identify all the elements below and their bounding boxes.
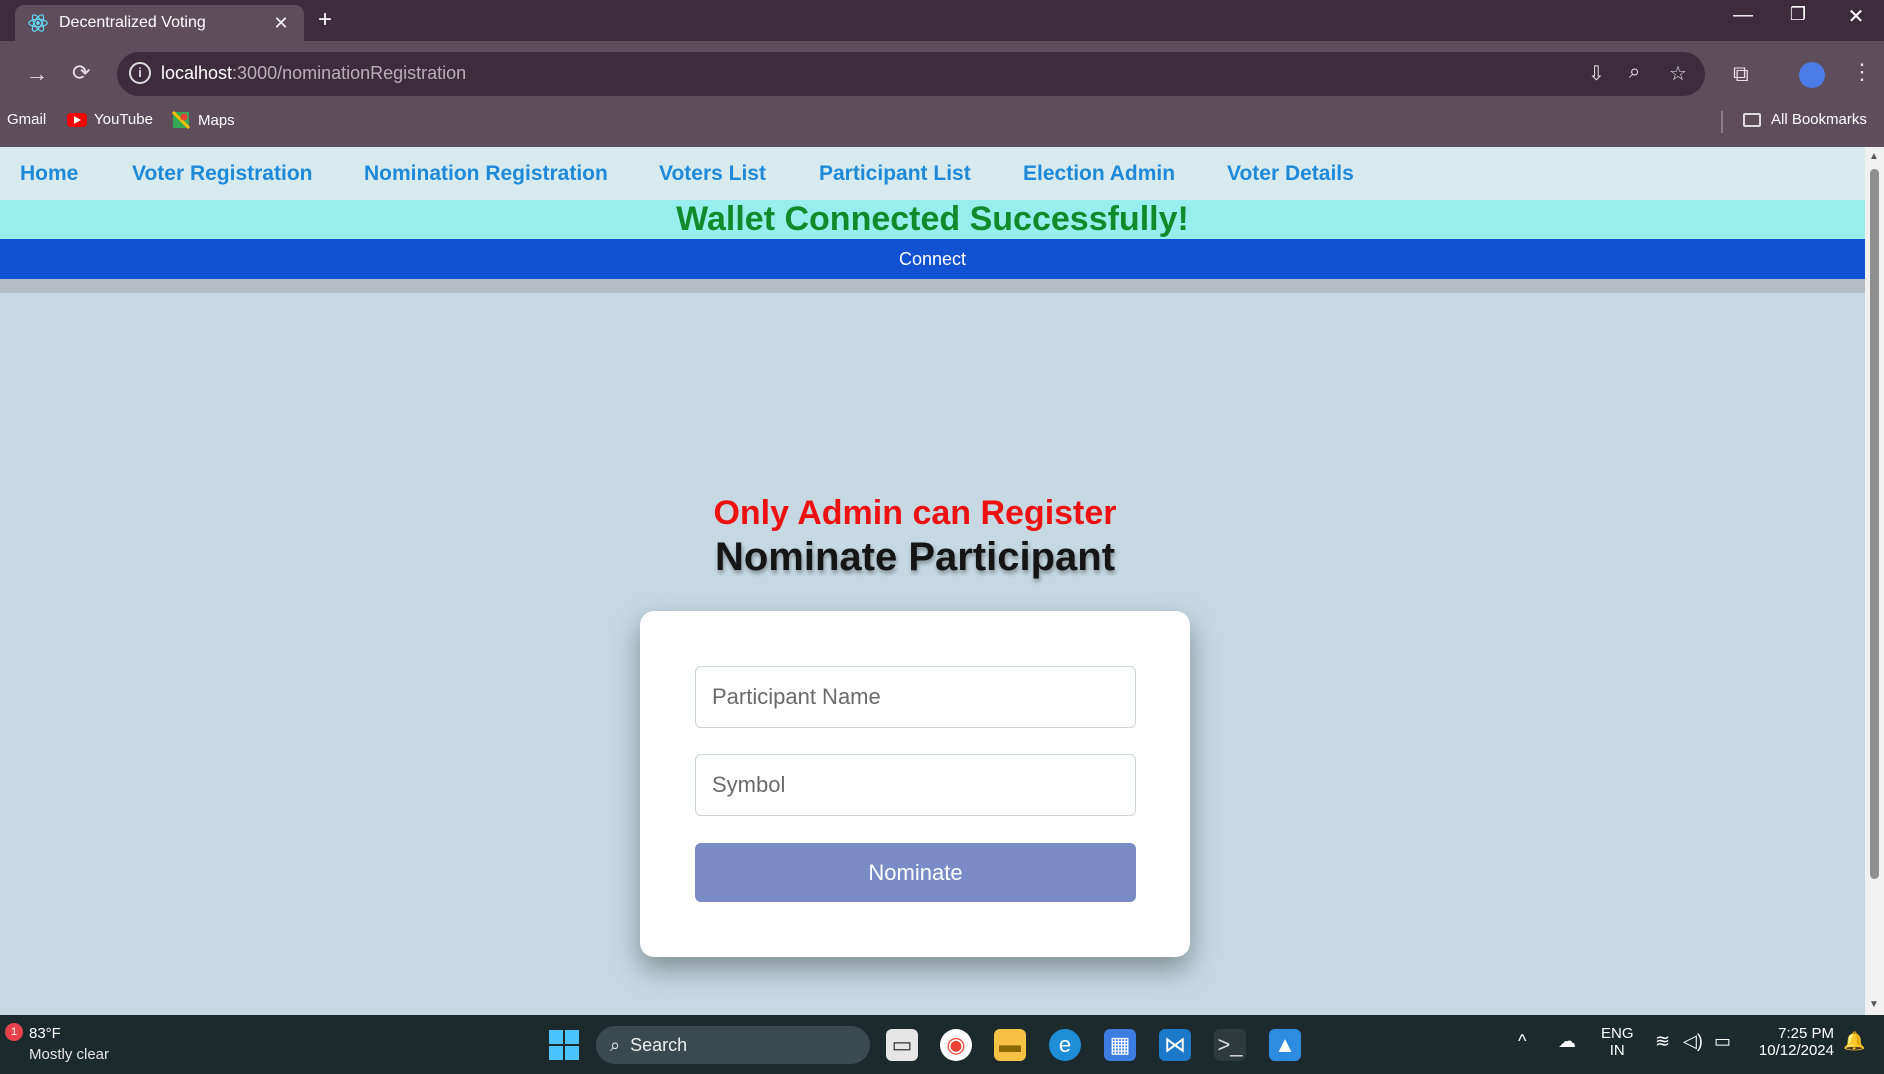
windows-start-icon[interactable]	[549, 1030, 579, 1060]
weather-description[interactable]: Mostly clear	[29, 1046, 109, 1063]
new-tab-icon[interactable]: +	[318, 6, 332, 34]
wifi-icon[interactable]: ≋	[1655, 1031, 1670, 1052]
menu-dots-icon[interactable]: ⋮	[1851, 59, 1873, 85]
restore-icon[interactable]: ❐	[1778, 4, 1818, 25]
weather-temperature[interactable]: 83°F	[29, 1025, 61, 1042]
nominate-button[interactable]: Nominate	[695, 843, 1136, 902]
bookmark-label: YouTube	[94, 111, 153, 128]
nav-election-admin[interactable]: Election Admin	[1023, 162, 1175, 186]
bookmark-youtube[interactable]: YouTube	[67, 111, 153, 128]
admin-only-notice: Only Admin can Register	[713, 494, 1117, 532]
nav-voter-details[interactable]: Voter Details	[1227, 162, 1354, 186]
store-icon[interactable]: ▦	[1104, 1029, 1136, 1061]
page-title: Nominate Participant	[714, 535, 1116, 579]
browser-tab[interactable]: Decentralized Voting ✕	[15, 5, 304, 41]
nav-voters-list[interactable]: Voters List	[659, 162, 766, 186]
clock-time: 7:25 PM	[1778, 1025, 1834, 1042]
reload-icon[interactable]: ⟳	[72, 60, 90, 86]
search-icon: ⌕	[610, 1034, 621, 1055]
task-view-icon[interactable]: ▭	[886, 1029, 918, 1061]
symbol-input[interactable]	[695, 754, 1136, 816]
profile-avatar[interactable]	[1799, 62, 1825, 88]
nav-participant-list[interactable]: Participant List	[819, 162, 971, 186]
close-tab-icon[interactable]: ✕	[270, 13, 292, 34]
wallet-status-banner: Wallet Connected Successfully!	[0, 200, 1865, 239]
nav-voter-registration[interactable]: Voter Registration	[132, 162, 312, 186]
all-bookmarks[interactable]: All Bookmarks	[1743, 111, 1867, 128]
weather-badge: 1	[5, 1023, 23, 1041]
nav-nomination-registration[interactable]: Nomination Registration	[364, 162, 608, 186]
show-hidden-icons[interactable]: ^	[1518, 1031, 1526, 1052]
site-info-icon[interactable]: i	[129, 62, 151, 84]
youtube-icon	[67, 112, 87, 127]
forward-icon[interactable]: →	[26, 61, 48, 87]
volume-icon[interactable]: ◁)	[1683, 1031, 1703, 1052]
region-code: IN	[1609, 1042, 1625, 1059]
onedrive-icon[interactable]: ☁	[1558, 1031, 1576, 1052]
language-indicator[interactable]: ENG IN	[1601, 1025, 1634, 1059]
close-window-icon[interactable]: ✕	[1836, 4, 1876, 29]
install-app-icon[interactable]: ⇩	[1588, 61, 1605, 86]
folder-icon	[1743, 112, 1761, 127]
maps-icon	[172, 111, 190, 129]
terminal-icon[interactable]: >_	[1214, 1029, 1246, 1061]
nomination-form-card: Nominate	[640, 611, 1190, 957]
vscode-icon[interactable]: ⋈	[1159, 1029, 1191, 1061]
taskbar-search[interactable]: ⌕ Search	[596, 1026, 870, 1064]
file-explorer-icon[interactable]: ▬	[994, 1029, 1026, 1061]
bookmark-gmail[interactable]: Gmail	[7, 111, 46, 128]
address-url: localhost:3000/nominationRegistration	[161, 63, 466, 84]
browser-tab-bar: Decentralized Voting ✕ + — ❐ ✕	[0, 0, 1884, 41]
address-bar[interactable]: i localhost:3000/nominationRegistration …	[117, 52, 1705, 96]
divider-strip	[0, 279, 1865, 293]
minimize-icon[interactable]: —	[1723, 4, 1763, 27]
bookmark-star-icon[interactable]: ☆	[1669, 61, 1687, 86]
nav-home[interactable]: Home	[20, 162, 78, 186]
scroll-down-icon[interactable]: ▼	[1869, 999, 1879, 1010]
language-code: ENG	[1601, 1025, 1634, 1042]
url-path: :3000/nominationRegistration	[232, 63, 467, 83]
edge-icon[interactable]: e	[1049, 1029, 1081, 1061]
all-bookmarks-label: All Bookmarks	[1771, 111, 1867, 128]
photos-icon[interactable]: ▲	[1269, 1029, 1301, 1061]
browser-toolbar: → ⟳ i localhost:3000/nominationRegistrat…	[0, 41, 1884, 147]
extensions-icon[interactable]: ⧉	[1733, 61, 1749, 87]
page-scrollbar[interactable]: ▲ ▼	[1865, 147, 1884, 1015]
scroll-thumb[interactable]	[1870, 169, 1879, 879]
connect-button[interactable]: Connect	[0, 239, 1865, 279]
bookmark-label: Maps	[198, 111, 235, 129]
chrome-icon[interactable]: ◉	[940, 1029, 972, 1061]
scroll-up-icon[interactable]: ▲	[1869, 151, 1879, 162]
bookmark-divider	[1721, 111, 1723, 133]
zoom-icon[interactable]: ⌕	[1629, 61, 1640, 84]
battery-icon[interactable]: ▭	[1714, 1031, 1731, 1052]
react-icon	[28, 14, 48, 32]
url-host: localhost	[161, 63, 233, 83]
tab-title: Decentralized Voting	[59, 14, 206, 31]
clock[interactable]: 7:25 PM 10/12/2024	[1750, 1025, 1834, 1059]
bookmark-label: Gmail	[7, 111, 47, 128]
search-label: Search	[630, 1034, 688, 1055]
notification-bell-icon[interactable]: 🔔	[1843, 1031, 1865, 1052]
clock-date: 10/12/2024	[1758, 1042, 1834, 1059]
windows-taskbar: 1 83°F Mostly clear ⌕ Search ▭ ◉ ▬ e ▦ ⋈…	[0, 1015, 1884, 1074]
page-viewport: Home Voter Registration Nomination Regis…	[0, 147, 1865, 1015]
app-navbar: Home Voter Registration Nomination Regis…	[0, 147, 1865, 200]
bookmark-maps[interactable]: Maps	[172, 111, 235, 129]
participant-name-input[interactable]	[695, 666, 1136, 728]
